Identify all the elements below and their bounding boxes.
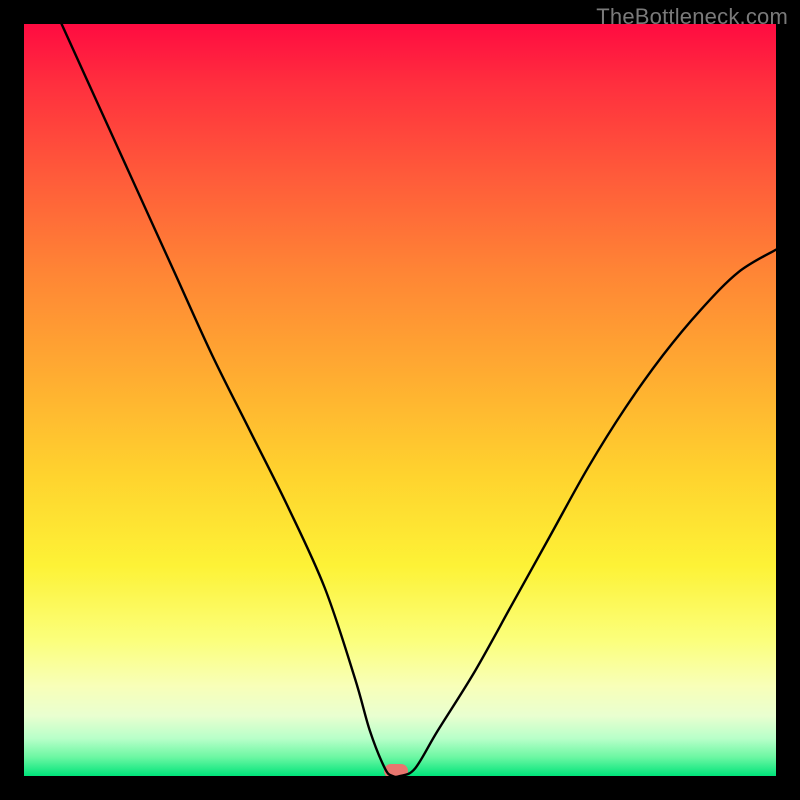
chart-frame: TheBottleneck.com: [0, 0, 800, 800]
bottleneck-curve: [24, 24, 776, 776]
plot-area: [24, 24, 776, 776]
watermark-text: TheBottleneck.com: [596, 4, 788, 30]
